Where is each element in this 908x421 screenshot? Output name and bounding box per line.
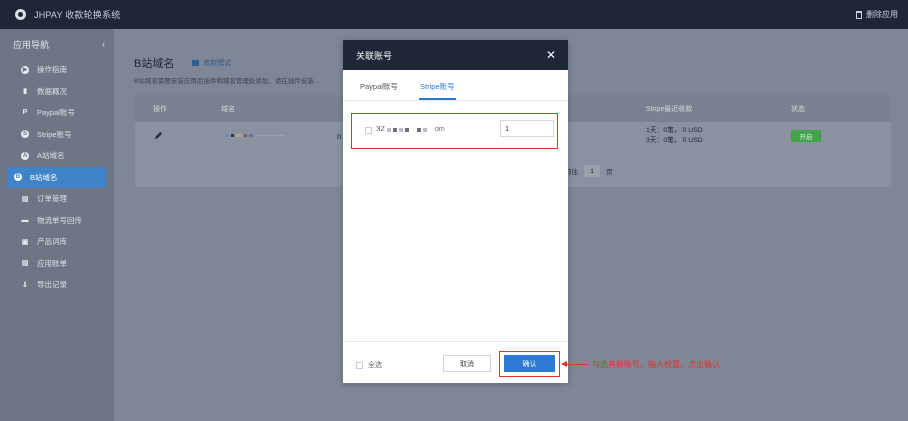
order-icon: ▤ (21, 195, 29, 203)
checkbox-icon (356, 361, 363, 369)
sidebar-item-label: 操作指南 (37, 65, 67, 75)
sidebar-header: 应用导航 ‹ (0, 29, 114, 59)
trash-icon (856, 10, 862, 19)
column-header-stripe-recent: Stripe最近收款 (646, 106, 693, 113)
sidebar-item-a-site[interactable]: A A站域名 (7, 145, 106, 167)
status-toggle-button[interactable]: 开启 (791, 130, 821, 142)
tab-paypal[interactable]: Paypal账号 (360, 81, 398, 92)
sidebar-item-label: Stripe账号 (37, 129, 72, 139)
sidebar-item-library[interactable]: ▣ 产品词库 (7, 231, 106, 253)
video-icon (192, 60, 200, 66)
page-description: B站域名需要安装应用后插件和域名管理处添加。请在插件安装... (134, 78, 320, 85)
tutorial-label: 收款模式 (203, 60, 232, 67)
bill-icon: ▤ (21, 260, 29, 268)
sidebar-item-label: 数据概况 (37, 86, 67, 96)
truck-icon: ▬ (21, 216, 29, 224)
domain-text: n (337, 132, 342, 141)
weight-input[interactable] (500, 120, 554, 137)
account-row: ꓘᏃ om (358, 120, 554, 140)
cancel-button[interactable]: 取消 (443, 355, 491, 372)
column-header-action: 操作 (153, 106, 167, 113)
page-header: B站域名 收款模式 (134, 55, 231, 71)
stripe-recent-3d: 3天：0笔， 0 USD (646, 137, 703, 144)
sidebar-title: 应用导航 (13, 39, 50, 50)
sidebar-item-b-site[interactable]: B B站域名 (7, 166, 106, 188)
b-site-icon: B (14, 173, 22, 182)
tutorial-link[interactable]: 收款模式 (192, 58, 231, 68)
edit-icon[interactable] (154, 131, 163, 140)
select-all-label: 全选 (368, 362, 382, 369)
bar-chart-icon: ▮ (23, 88, 27, 96)
select-all-checkbox[interactable]: 全选 (356, 360, 382, 370)
play-icon: ▶ (21, 65, 29, 74)
pager-unit-label: 页 (606, 169, 613, 176)
domain-redacted (225, 134, 285, 137)
sidebar-item-export[interactable]: ⇩ 导出记录 (7, 274, 106, 296)
sidebar-item-label: 订单管理 (37, 194, 67, 204)
sidebar-item-label: A站域名 (37, 151, 65, 161)
sidebar-item-bills[interactable]: ▤ 应用账单 (7, 253, 106, 275)
sidebar: 应用导航 ‹ ▶ 操作指南 ▮ 数据概况 P Paypal账号 S Stripe… (0, 29, 114, 421)
link-account-modal: 关联账号 ✕ Paypal账号 Stripe账号 ꓘᏃ om 1 全选 取消 确… (343, 40, 568, 383)
sidebar-item-label: 物流单号回传 (37, 215, 82, 225)
active-tab-indicator (419, 98, 456, 100)
sidebar-item-tracking[interactable]: ▬ 物流单号回传 (7, 210, 106, 232)
app-logo-icon (15, 9, 26, 20)
page-number-input[interactable]: 1 (584, 165, 600, 177)
pagination: 前往 1 页 (565, 165, 613, 177)
stripe-recent-cell: 1天：0笔， 0 USD 3天：0笔， 0 USD (646, 126, 703, 146)
confirm-button[interactable]: 确认 (504, 355, 555, 372)
delete-app-label: 删除应用 (866, 10, 898, 19)
sidebar-item-overview[interactable]: ▮ 数据概况 (7, 81, 106, 103)
column-header-status: 状态 (791, 106, 805, 113)
download-icon: ⇩ (22, 281, 28, 289)
account-name: ꓘᏃ om (376, 126, 445, 133)
account-name-tail: om (435, 126, 445, 133)
sidebar-item-label: 导出记录 (37, 280, 67, 290)
account-tabs: Paypal账号 Stripe账号 (343, 70, 568, 101)
stripe-recent-1d: 1天：0笔， 0 USD (646, 127, 703, 134)
app-title: JHPAY 收款轮换系统 (34, 10, 121, 20)
top-bar: JHPAY 收款轮换系统 删除应用 (0, 0, 908, 29)
sidebar-item-paypal[interactable]: P Paypal账号 (7, 102, 106, 124)
column-header-domain: 域名 (221, 106, 235, 113)
close-icon[interactable]: ✕ (546, 49, 556, 61)
modal-footer: 全选 取消 确认 (343, 341, 568, 383)
library-icon: ▣ (21, 238, 29, 246)
collapse-chevron-icon[interactable]: ‹ (102, 39, 105, 49)
confirm-button-highlight: 确认 (499, 351, 560, 377)
sidebar-item-orders[interactable]: ▤ 订单管理 (7, 188, 106, 210)
sidebar-item-label: Paypal账号 (37, 108, 75, 118)
sidebar-item-label: 应用账单 (37, 258, 67, 268)
annotation-arrow-line (566, 364, 588, 365)
a-site-icon: A (21, 151, 29, 160)
modal-header: 关联账号 ✕ (343, 40, 568, 70)
stripe-icon: S (21, 130, 29, 139)
page-title: B站域名 (134, 58, 175, 70)
sidebar-item-guide[interactable]: ▶ 操作指南 (7, 59, 106, 81)
sidebar-item-label: B站域名 (30, 172, 58, 182)
paypal-icon: P (22, 109, 28, 117)
sidebar-item-stripe[interactable]: S Stripe账号 (7, 124, 106, 146)
account-checkbox[interactable] (365, 127, 372, 134)
account-row-highlight: ꓘᏃ om (351, 113, 558, 149)
modal-title: 关联账号 (356, 50, 393, 61)
sidebar-item-label: 产品词库 (37, 237, 67, 247)
delete-app-button[interactable]: 删除应用 (856, 9, 898, 20)
annotation-text: 勾选关联账号，输入权重，点击确认 (592, 360, 720, 369)
tab-stripe[interactable]: Stripe账号 (420, 81, 455, 92)
